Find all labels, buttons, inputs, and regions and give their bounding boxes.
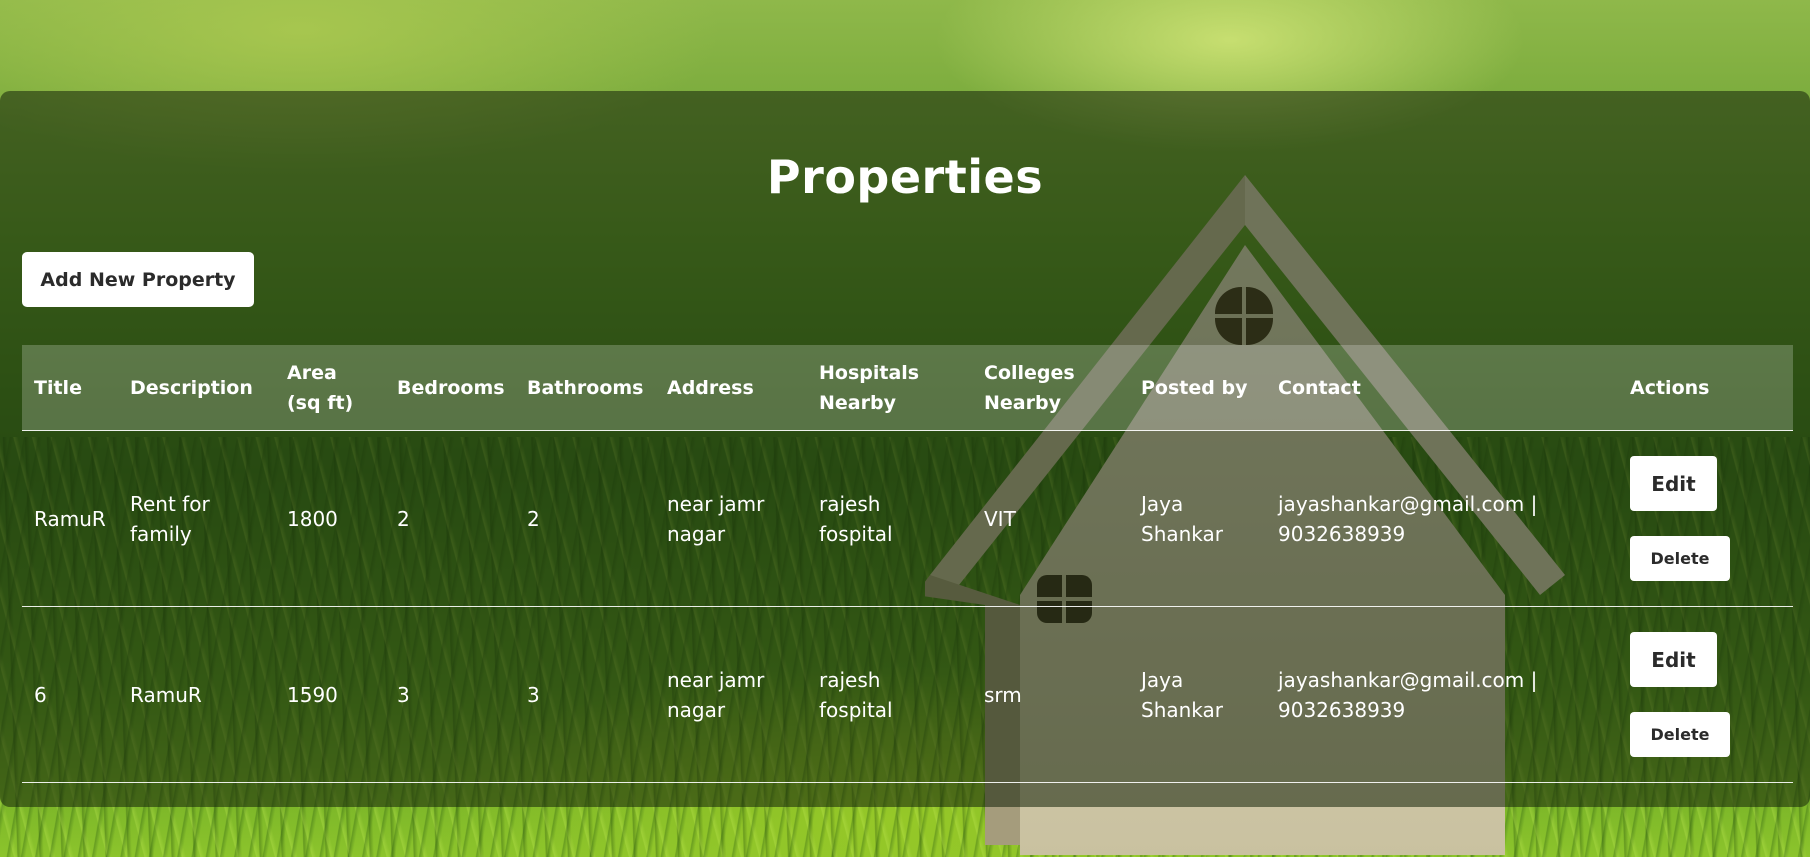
header-area: Area (sq ft) <box>275 345 385 431</box>
header-actions: Actions <box>1618 345 1793 431</box>
header-colleges: Colleges Nearby <box>972 345 1129 431</box>
cell-description: RamuR <box>118 606 275 783</box>
header-bedrooms: Bedrooms <box>385 345 515 431</box>
properties-table: Title Description Area (sq ft) Bedrooms … <box>22 345 1793 783</box>
cell-address: near jamr nagar <box>655 430 807 607</box>
header-posted-by: Posted by <box>1129 345 1266 431</box>
cell-posted-by: Jaya Shankar <box>1129 606 1266 783</box>
table-row: 6 RamuR 1590 3 3 near jamr nagar rajesh … <box>22 606 1793 783</box>
cell-posted-by: Jaya Shankar <box>1129 430 1266 607</box>
properties-table-container: Title Description Area (sq ft) Bedrooms … <box>22 345 1793 783</box>
table-header-row: Title Description Area (sq ft) Bedrooms … <box>22 345 1793 431</box>
cell-hospitals: rajesh fospital <box>807 430 972 607</box>
header-hospitals: Hospitals Nearby <box>807 345 972 431</box>
cell-address: near jamr nagar <box>655 606 807 783</box>
header-bathrooms: Bathrooms <box>515 345 655 431</box>
page-title: Properties <box>766 150 1044 204</box>
cell-bedrooms: 3 <box>385 606 515 783</box>
edit-button[interactable]: Edit <box>1630 456 1717 511</box>
cell-actions: Edit Delete <box>1618 606 1793 783</box>
cell-colleges: srm <box>972 606 1129 783</box>
cell-contact: jayashankar@gmail.com | 9032638939 <box>1266 606 1618 783</box>
cell-contact: jayashankar@gmail.com | 9032638939 <box>1266 430 1618 607</box>
cell-area: 1800 <box>275 430 385 607</box>
cell-hospitals: rajesh fospital <box>807 606 972 783</box>
delete-button[interactable]: Delete <box>1630 536 1730 581</box>
cell-description: Rent for family <box>118 430 275 607</box>
cell-colleges: VIT <box>972 430 1129 607</box>
edit-button[interactable]: Edit <box>1630 632 1717 687</box>
header-title: Title <box>22 345 118 431</box>
table-header: Title Description Area (sq ft) Bedrooms … <box>22 345 1793 431</box>
add-new-property-button[interactable]: Add New Property <box>22 252 254 307</box>
cell-bedrooms: 2 <box>385 430 515 607</box>
cell-actions: Edit Delete <box>1618 430 1793 607</box>
header-contact: Contact <box>1266 345 1618 431</box>
cell-title: 6 <box>22 606 118 783</box>
table-body: RamuR Rent for family 1800 2 2 near jamr… <box>22 430 1793 783</box>
delete-button[interactable]: Delete <box>1630 712 1730 757</box>
header-description: Description <box>118 345 275 431</box>
cell-bathrooms: 3 <box>515 606 655 783</box>
table-row: RamuR Rent for family 1800 2 2 near jamr… <box>22 430 1793 607</box>
cell-bathrooms: 2 <box>515 430 655 607</box>
cell-area: 1590 <box>275 606 385 783</box>
header-address: Address <box>655 345 807 431</box>
cell-title: RamuR <box>22 430 118 607</box>
